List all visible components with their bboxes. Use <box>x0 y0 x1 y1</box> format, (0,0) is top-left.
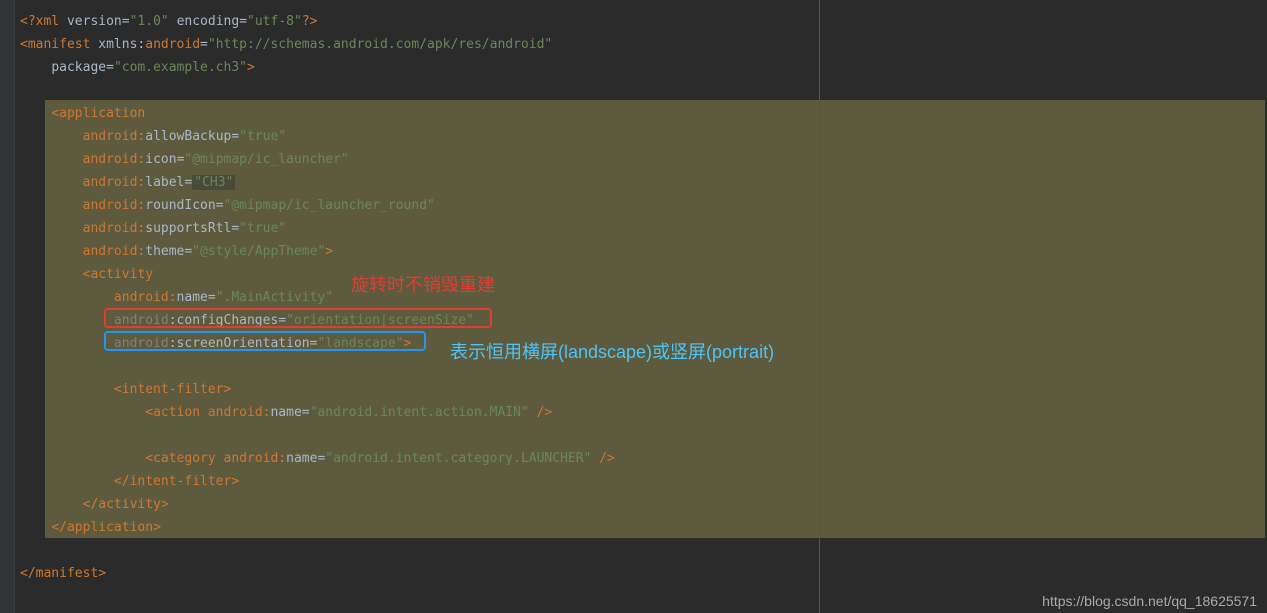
code-line: </intent-filter> <box>20 470 1267 493</box>
annotation-box-red <box>104 308 492 328</box>
annotation-blue-text: 表示恒用横屏(landscape)或竖屏(portrait) <box>450 338 774 364</box>
code-line: android:label="CH3" <box>20 171 1267 194</box>
code-line: package="com.example.ch3"> <box>20 56 1267 79</box>
code-line: android:theme="@style/AppTheme"> <box>20 240 1267 263</box>
code-line <box>20 424 1267 447</box>
code-editor[interactable]: <?xml version="1.0" encoding="utf-8"?> <… <box>0 0 1267 613</box>
code-line: android:supportsRtl="true" <box>20 217 1267 240</box>
code-line: <action android:name="android.intent.act… <box>20 401 1267 424</box>
code-line: <activity <box>20 263 1267 286</box>
watermark: https://blog.csdn.net/qq_18625571 <box>1042 593 1257 609</box>
annotation-box-blue <box>104 331 426 351</box>
code-line: </manifest> <box>20 562 1267 585</box>
annotation-red-text: 旋转时不销毁重建 <box>351 271 495 297</box>
code-line <box>20 539 1267 562</box>
code-line: </application> <box>20 516 1267 539</box>
code-line: <category android:name="android.intent.c… <box>20 447 1267 470</box>
editor-margin-line <box>819 0 820 613</box>
code-line: android:icon="@mipmap/ic_launcher" <box>20 148 1267 171</box>
code-line: android:allowBackup="true" <box>20 125 1267 148</box>
code-line: <intent-filter> <box>20 378 1267 401</box>
editor-gutter <box>0 0 15 613</box>
code-content[interactable]: <?xml version="1.0" encoding="utf-8"?> <… <box>15 0 1267 613</box>
code-line: <application <box>20 102 1267 125</box>
code-line: <manifest xmlns:android="http://schemas.… <box>20 33 1267 56</box>
code-line: android:name=".MainActivity" <box>20 286 1267 309</box>
code-line <box>20 79 1267 102</box>
code-line: <?xml version="1.0" encoding="utf-8"?> <box>20 10 1267 33</box>
code-line: </activity> <box>20 493 1267 516</box>
code-line: android:roundIcon="@mipmap/ic_launcher_r… <box>20 194 1267 217</box>
